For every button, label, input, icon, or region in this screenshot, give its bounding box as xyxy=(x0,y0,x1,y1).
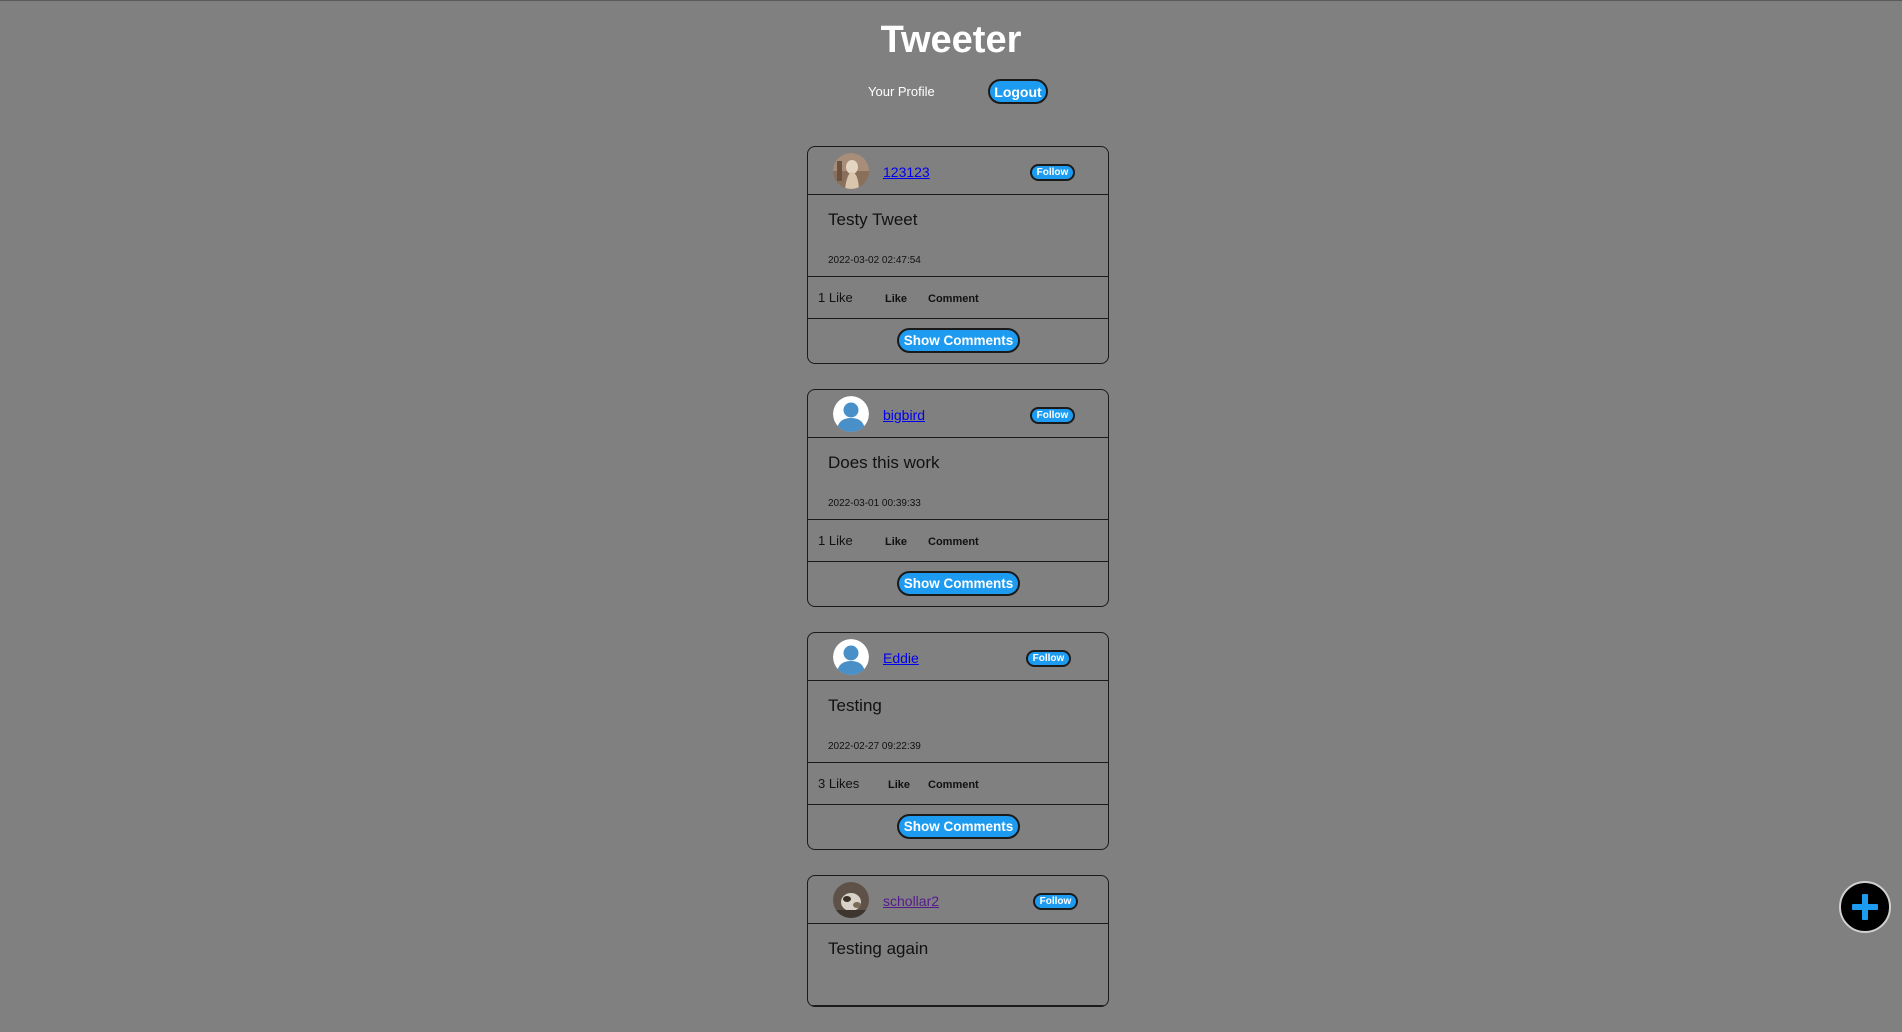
like-button[interactable]: Like xyxy=(885,535,907,549)
avatar[interactable] xyxy=(833,882,869,918)
tweet-card: Eddie Follow Testing 2022-02-27 09:22:39… xyxy=(807,632,1109,850)
tweet-text: Testy Tweet xyxy=(828,210,918,229)
tweet-username[interactable]: Eddie xyxy=(883,650,919,666)
tweet-footer: Show Comments xyxy=(808,562,1108,606)
user-photo-icon xyxy=(833,882,869,918)
app-title: Tweeter xyxy=(880,19,1022,61)
tweet-text: Testing xyxy=(828,696,882,715)
like-button[interactable]: Like xyxy=(885,292,907,306)
follow-button[interactable]: Follow xyxy=(1026,650,1071,667)
plus-icon xyxy=(1852,894,1878,920)
tweet-footer: Show Comments xyxy=(808,319,1108,363)
avatar[interactable] xyxy=(833,153,869,189)
new-tweet-button[interactable] xyxy=(1839,881,1891,933)
top-border xyxy=(0,0,1902,1)
tweet-actions: 1 Like Like Comment xyxy=(808,520,1108,562)
tweet-username[interactable]: bigbird xyxy=(883,407,925,423)
tweet-card: schollar2 Follow Testing again xyxy=(807,875,1109,1007)
default-user-icon xyxy=(833,396,869,432)
default-user-icon xyxy=(833,639,869,675)
tweet-card: bigbird Follow Does this work 2022-03-01… xyxy=(807,389,1109,607)
your-profile-link[interactable]: Your Profile xyxy=(868,83,935,101)
tweet-body: Testing again xyxy=(808,924,1108,1006)
tweet-text: Does this work xyxy=(828,453,940,472)
tweet-username[interactable]: 123123 xyxy=(883,164,930,180)
tweet-actions: 1 Like Like Comment xyxy=(808,277,1108,319)
tweet-timestamp: 2022-02-27 09:22:39 xyxy=(828,741,921,752)
logout-button[interactable]: Logout xyxy=(988,79,1048,104)
follow-button[interactable]: Follow xyxy=(1033,893,1078,910)
user-photo-icon xyxy=(833,153,869,189)
tweet-footer: Show Comments xyxy=(808,805,1108,849)
like-button[interactable]: Like xyxy=(888,778,910,792)
tweet-header: Eddie Follow xyxy=(808,633,1108,681)
tweet-body: Does this work 2022-03-01 00:39:33 xyxy=(808,438,1108,520)
tweet-header: bigbird Follow xyxy=(808,390,1108,438)
comment-button[interactable]: Comment xyxy=(928,535,979,549)
tweet-username[interactable]: schollar2 xyxy=(883,893,939,909)
tweet-timestamp: 2022-03-01 00:39:33 xyxy=(828,498,921,509)
tweet-feed: 123123 Follow Testy Tweet 2022-03-02 02:… xyxy=(807,146,1109,1032)
tweet-text: Testing again xyxy=(828,939,929,958)
like-count: 1 Like xyxy=(818,533,853,548)
like-count: 1 Like xyxy=(818,290,853,305)
avatar[interactable] xyxy=(833,639,869,675)
tweet-body: Testing 2022-02-27 09:22:39 xyxy=(808,681,1108,763)
tweet-header: 123123 Follow xyxy=(808,147,1108,195)
tweet-card: 123123 Follow Testy Tweet 2022-03-02 02:… xyxy=(807,146,1109,364)
comment-button[interactable]: Comment xyxy=(928,292,979,306)
tweet-body: Testy Tweet 2022-03-02 02:47:54 xyxy=(808,195,1108,277)
like-count: 3 Likes xyxy=(818,776,860,791)
tweet-header: schollar2 Follow xyxy=(808,876,1108,924)
comment-button[interactable]: Comment xyxy=(928,778,979,792)
show-comments-button[interactable]: Show Comments xyxy=(897,571,1020,596)
show-comments-button[interactable]: Show Comments xyxy=(897,814,1020,839)
tweet-timestamp: 2022-03-02 02:47:54 xyxy=(828,255,921,266)
avatar[interactable] xyxy=(833,396,869,432)
follow-button[interactable]: Follow xyxy=(1030,407,1075,424)
follow-button[interactable]: Follow xyxy=(1030,164,1075,181)
tweet-actions: 3 Likes Like Comment xyxy=(808,763,1108,805)
show-comments-button[interactable]: Show Comments xyxy=(897,328,1020,353)
